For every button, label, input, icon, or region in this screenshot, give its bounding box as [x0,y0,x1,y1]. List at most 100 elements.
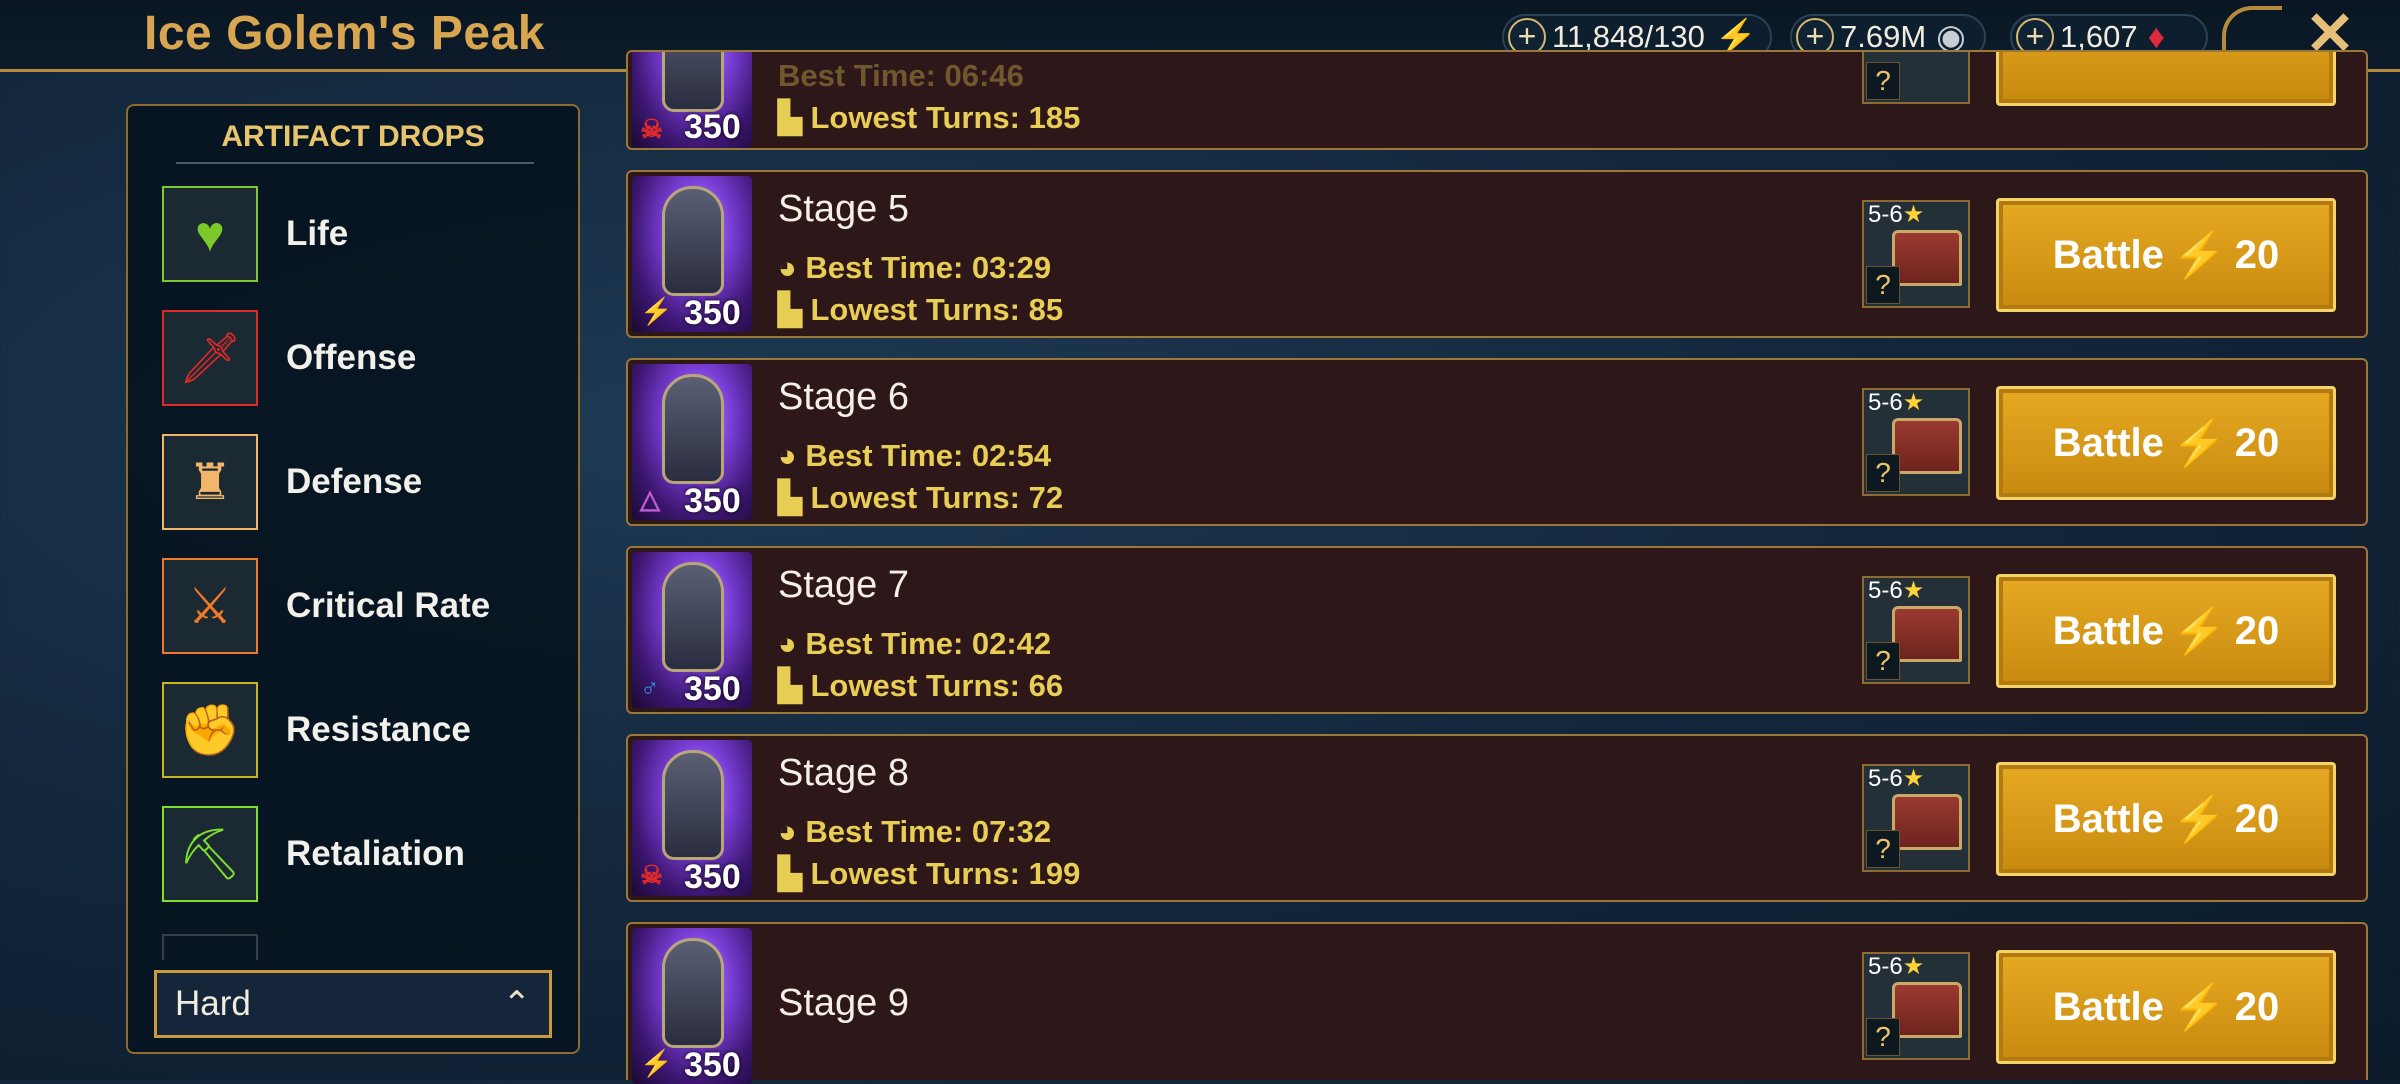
drop-label: Critical Rate [286,586,491,625]
energy-bolt-icon: ⚡ [2171,795,2227,844]
page-title: Ice Golem's Peak [144,7,545,60]
drop-item-life[interactable]: ♥ Life [162,186,562,286]
unknown-reward-icon: ? [1866,1018,1900,1056]
stage-row[interactable]: ⚡ 350 Stage 9 5-6★ ? Battle ⚡ 20 [626,922,2368,1084]
title-divider [176,162,534,164]
reward-rarity: 5-6★ [1868,201,1925,228]
reward-chest-icon[interactable]: 5-6★ ? [1862,764,1970,872]
lowest-turns: ▙ Lowest Turns: 72 [778,480,1064,515]
difficulty-value: Hard [175,984,251,1023]
offense-icon: 🗡 [162,310,258,406]
reward-rarity: 5-6★ [1868,389,1925,416]
reward-chest-icon[interactable]: 5-6★ ? [1862,388,1970,496]
stage-row[interactable]: ⚡ 350 Stage 5 ◕ Best Time: 03:29 ▙ Lowes… [626,170,2368,338]
drop-label: Defense [286,462,423,501]
resistance-icon: ✊ [162,682,258,778]
stage-power: 350 [684,858,741,896]
affinity-icon: △ [640,484,660,514]
drop-label: Offense [286,338,417,377]
best-time: ◕ Best Time: 02:42 [778,626,1052,661]
chest-icon [1892,606,1962,662]
stage-name: Stage 8 [778,752,909,794]
stage-name: Stage 5 [778,188,909,230]
defense-icon: ♜ [162,434,258,530]
stage-boss-thumbnail: ⚡ 350 [632,928,752,1084]
battle-button[interactable]: Battle ⚡ 20 [1996,574,2336,688]
battle-button[interactable]: Battle ⚡ 20 [1996,950,2336,1064]
stage-power: 350 [684,482,741,520]
stage-boss-thumbnail: ☠ 350 [632,52,752,148]
artifact-drops-title: ARTIFACT DROPS [221,120,485,153]
unknown-reward-icon: ? [1866,266,1900,304]
drop-item-offense[interactable]: 🗡 Offense [162,310,562,410]
affinity-icon: ☠ [640,860,664,890]
stage-boss-thumbnail: ☠ 350 [632,740,752,896]
best-time: ◕ Best Time: 03:29 [778,250,1052,285]
reward-rarity: 5-6★ [1868,577,1925,604]
affinity-icon: ♂ [640,672,660,702]
affinity-icon: ⚡ [640,296,673,326]
chest-icon [1892,230,1962,286]
golem-helm-icon [662,938,724,1048]
affinity-icon: ⚡ [640,1048,673,1078]
retaliation-icon: ⛏ [162,806,258,902]
stage-name: Stage 6 [778,376,909,418]
lowest-turns: ▙ Lowest Turns: 85 [778,292,1064,327]
difficulty-dropdown[interactable]: Hard ⌃ [154,970,552,1038]
chevron-up-icon: ⌃ [502,985,532,1023]
stage-boss-thumbnail: ⚡ 350 [632,176,752,332]
stage-name: Stage 7 [778,564,909,606]
unknown-reward-icon: ? [1866,62,1900,100]
chest-icon [1892,982,1962,1038]
lowest-turns: ▙ Lowest Turns: 199 [778,856,1081,891]
drop-item-resistance[interactable]: ✊ Resistance [162,682,562,782]
stage-power: 350 [684,294,741,332]
drop-item-partial [162,934,258,960]
artifact-drops-panel: ARTIFACT DROPS ♥ Life 🗡 Offense ♜ Defens… [126,104,580,1054]
chest-icon [1892,418,1962,474]
stage-row[interactable]: ♂ 350 Stage 7 ◕ Best Time: 02:42 ▙ Lowes… [626,546,2368,714]
energy-bolt-icon: ⚡ [2171,607,2227,656]
reward-chest-icon[interactable]: 5-6★ ? [1862,952,1970,1060]
battle-button[interactable]: Battle ⚡ 20 [1996,386,2336,500]
unknown-reward-icon: ? [1866,830,1900,868]
energy-bolt-icon: ⚡ [2171,419,2227,468]
battle-button[interactable] [1996,52,2336,106]
golem-helm-icon [662,750,724,860]
reward-chest-icon[interactable]: 5-6★ ? [1862,200,1970,308]
drop-label: Retaliation [286,834,465,873]
golem-helm-icon [662,52,724,112]
stage-row-partial: ☠ 350 Best Time: 06:46 ▙ Lowest Turns: 1… [626,50,2368,150]
stage-boss-thumbnail: ♂ 350 [632,552,752,708]
affinity-skull-icon: ☠ [640,114,664,144]
chest-icon [1892,794,1962,850]
golem-helm-icon [662,562,724,672]
best-time: Best Time: 06:46 [778,58,1024,93]
stage-power: 350 [684,108,741,146]
reward-rarity: 5-6★ [1868,953,1925,980]
stage-name: Stage 9 [778,982,909,1024]
lowest-turns: ▙ Lowest Turns: 66 [778,668,1064,703]
critical-rate-icon: ⚔ [162,558,258,654]
drop-item-retaliation[interactable]: ⛏ Retaliation [162,806,562,906]
drop-label: Life [286,214,349,253]
best-time: ◕ Best Time: 02:54 [778,438,1052,473]
golem-helm-icon [662,186,724,296]
stage-row[interactable]: ☠ 350 Stage 8 ◕ Best Time: 07:32 ▙ Lowes… [626,734,2368,902]
battle-button[interactable]: Battle ⚡ 20 [1996,762,2336,876]
reward-chest-icon[interactable]: 5-6★ ? [1862,576,1970,684]
energy-bolt-icon: ⚡ [2171,231,2227,280]
stage-power: 350 [684,1046,741,1084]
reward-chest-icon[interactable]: ? [1862,52,1970,104]
stage-boss-thumbnail: △ 350 [632,364,752,520]
lowest-turns: ▙ Lowest Turns: 185 [778,100,1081,135]
reward-rarity: 5-6★ [1868,765,1925,792]
unknown-reward-icon: ? [1866,454,1900,492]
unknown-reward-icon: ? [1866,642,1900,680]
battle-button[interactable]: Battle ⚡ 20 [1996,198,2336,312]
drop-item-defense[interactable]: ♜ Defense [162,434,562,534]
drop-label: Resistance [286,710,471,749]
life-icon: ♥ [162,186,258,282]
drop-item-critical-rate[interactable]: ⚔ Critical Rate [162,558,562,658]
stage-row[interactable]: △ 350 Stage 6 ◕ Best Time: 02:54 ▙ Lowes… [626,358,2368,526]
